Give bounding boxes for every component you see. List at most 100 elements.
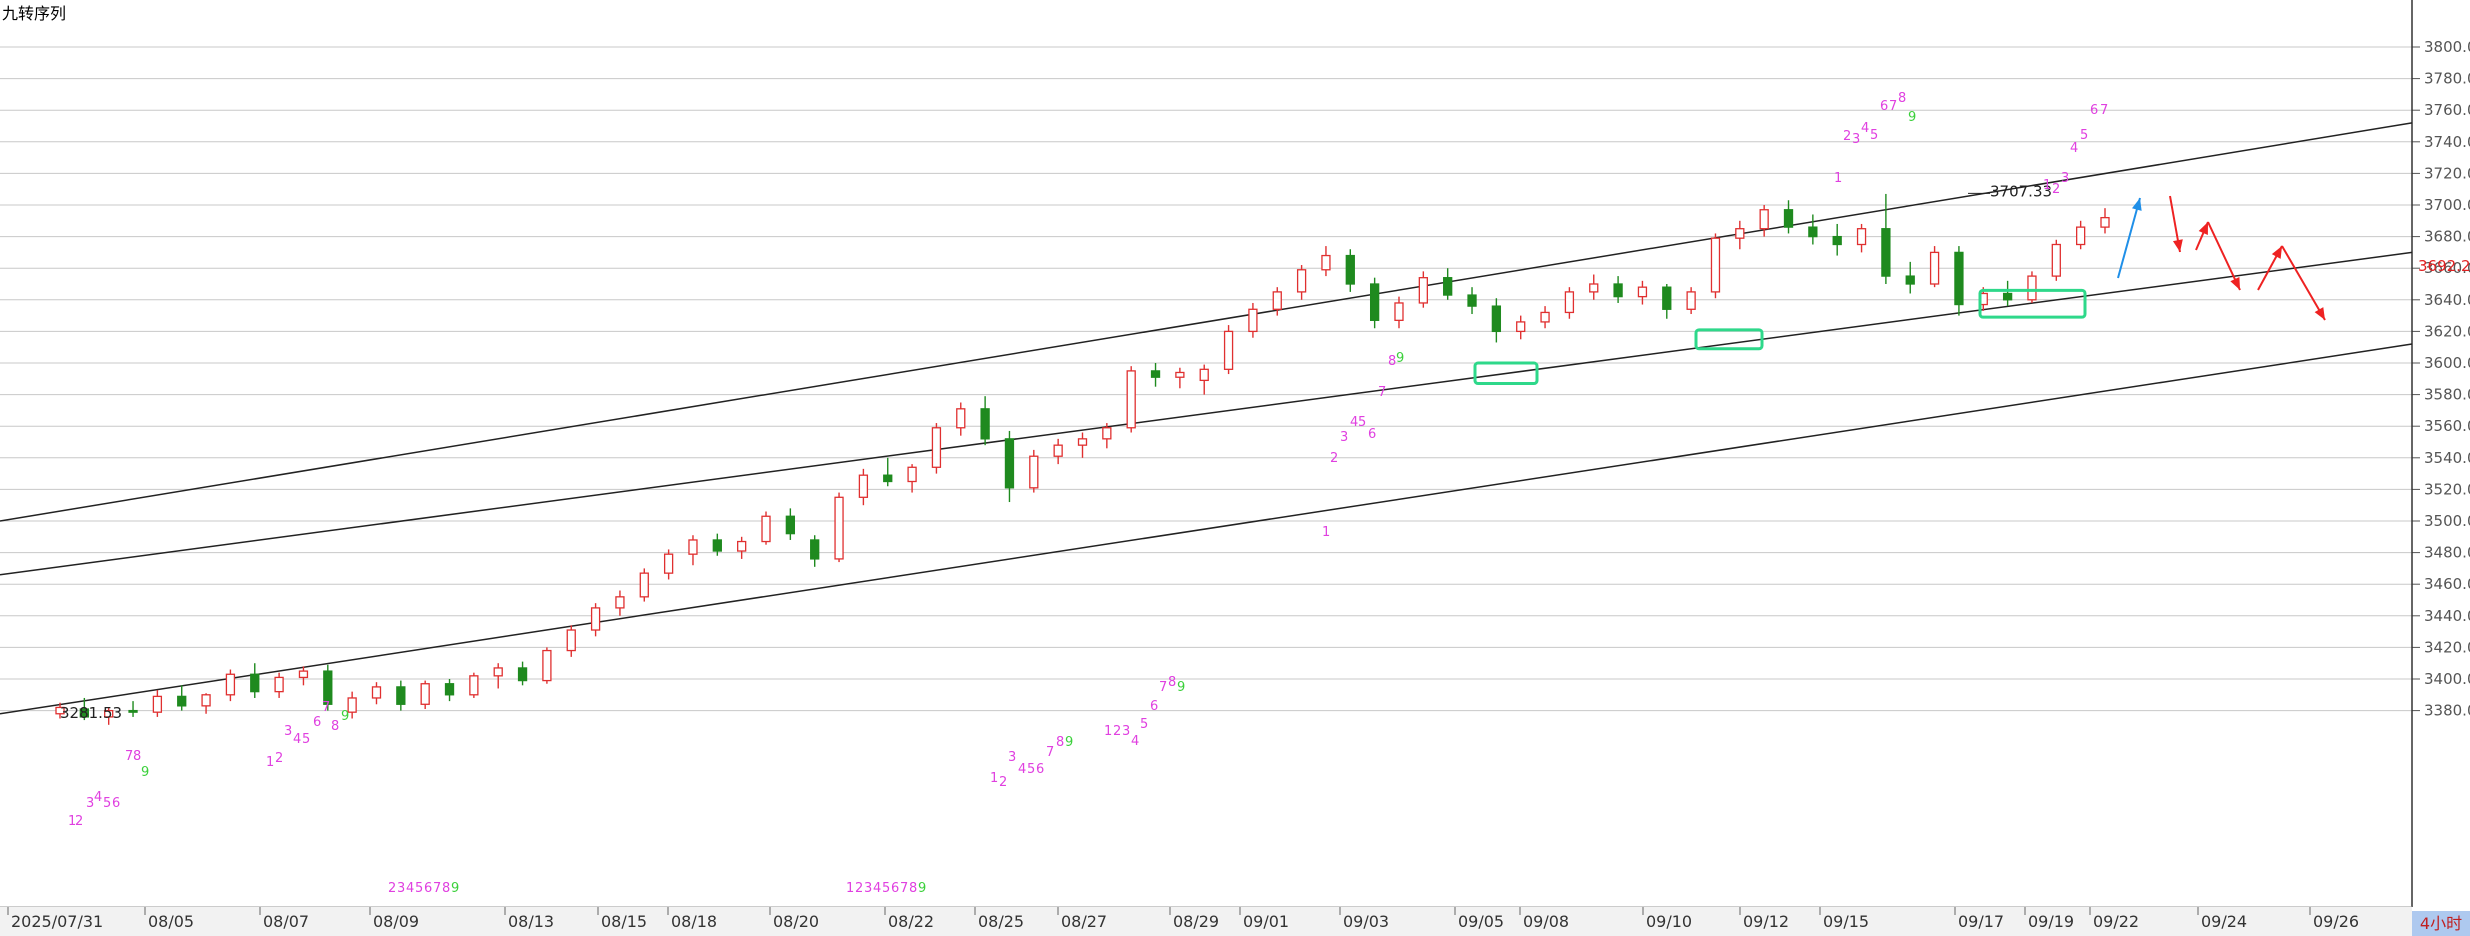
y-tick-label: 3460.00 — [2424, 575, 2470, 593]
candle-down — [785, 515, 796, 535]
sequence-number: 5 — [1140, 717, 1148, 732]
candle-down — [1783, 209, 1794, 228]
projection-arrow-up-small-head — [2198, 222, 2208, 235]
sequence-number: 7 — [1378, 385, 1386, 400]
sequence-number: 4 — [1018, 762, 1026, 777]
sequence-number: 7 — [900, 881, 908, 896]
candle-down — [1150, 370, 1161, 378]
candle-down — [1613, 283, 1623, 298]
y-tick-label: 3740.00 — [2424, 133, 2470, 151]
y-tick-label: 3700.00 — [2424, 196, 2470, 214]
candle-up — [469, 675, 479, 696]
candle-down — [1491, 305, 1502, 333]
candle-up — [907, 466, 917, 483]
candle-down — [1832, 235, 1842, 246]
projection-arrow-down-head — [2314, 307, 2325, 320]
sequence-number: 4 — [1861, 121, 1869, 136]
candle-up — [1102, 427, 1112, 440]
candle-up — [737, 540, 747, 552]
sequence-number: 3 — [1122, 724, 1130, 739]
sequence-number: 5 — [2080, 128, 2088, 143]
sequence-number: 2 — [1843, 129, 1851, 144]
x-tick-label: 09/10 — [1646, 912, 1692, 931]
sequence-number: 7 — [2100, 103, 2108, 118]
sequence-number: 2 — [1113, 724, 1121, 739]
candle-up — [1759, 209, 1769, 230]
x-tick-label: 09/26 — [2313, 912, 2359, 931]
sequence-number: 8 — [1168, 675, 1176, 690]
sequence-number: 9 — [341, 709, 349, 724]
sequence-number: 2 — [999, 775, 1007, 790]
sequence-number: 7 — [433, 881, 441, 896]
sequence-number: 6 — [1368, 427, 1376, 442]
sequence-number: 3 — [864, 881, 872, 896]
candle-down — [1905, 275, 1915, 285]
sequence-number: 6 — [112, 796, 120, 811]
y-tick-label: 3800.00 — [2424, 38, 2470, 56]
sequence-number: 9 — [451, 881, 459, 896]
candle-down — [1369, 283, 1380, 321]
channel-line — [0, 251, 2413, 576]
candle-up — [1856, 228, 1867, 246]
candle-up — [2076, 226, 2086, 246]
candle-up — [1564, 291, 1575, 314]
candle-down — [1808, 226, 1818, 238]
candle-down — [1881, 228, 1891, 277]
x-tick-label: 08/20 — [773, 912, 819, 931]
channel-line — [0, 343, 2413, 715]
candle-up — [298, 670, 309, 679]
candle-down — [128, 709, 138, 713]
sequence-number: 1 — [1322, 525, 1330, 540]
x-tick-label: 09/03 — [1343, 912, 1389, 931]
candle-up — [639, 572, 649, 598]
sequence-number: 3 — [1008, 750, 1016, 765]
y-tick-label: 3420.00 — [2424, 638, 2470, 656]
candle-down — [1004, 438, 1015, 489]
candle-up — [1418, 277, 1428, 304]
x-tick-label: 2025/07/31 — [11, 912, 103, 931]
y-tick-label: 3500.00 — [2424, 512, 2470, 530]
candle-up — [1272, 291, 1282, 310]
sequence-number: 7 — [1159, 680, 1167, 695]
y-tick-label: 3400.00 — [2424, 670, 2470, 688]
x-tick-label: 08/09 — [373, 912, 419, 931]
sequence-number: 3 — [284, 724, 292, 739]
candle-up — [1540, 311, 1550, 323]
sequence-number: 4 — [2070, 141, 2078, 156]
current-price-label: 3692.25 — [2418, 257, 2470, 275]
candle-up — [663, 553, 674, 574]
candle-up — [1175, 371, 1185, 378]
sequence-number: 9 — [1177, 680, 1185, 695]
sequence-number: 4 — [94, 790, 102, 805]
sequence-number: 9 — [1065, 735, 1073, 750]
sequence-number: 1 — [1834, 171, 1842, 186]
y-tick-label: 3520.00 — [2424, 480, 2470, 498]
sequence-number: 3 — [1340, 430, 1348, 445]
candle-up — [1126, 370, 1136, 429]
candle-up — [688, 539, 698, 555]
sequence-number: 6 — [891, 881, 899, 896]
candle-down — [980, 408, 990, 440]
candle-up — [371, 686, 382, 699]
interval-badge[interactable]: 4小时 — [2412, 911, 2470, 936]
candle-up — [1710, 237, 1721, 293]
sequence-number: 3 — [397, 881, 405, 896]
sequence-number: 1 — [990, 771, 998, 786]
candle-up — [1321, 254, 1331, 271]
chart-plot-area[interactable]: 3380.00 3400.00 3420.00 3440.00 3460.00 3480.… — [0, 0, 2470, 936]
sequence-number: 1 — [846, 881, 854, 896]
candle-up — [1077, 438, 1088, 446]
projection-arrow-up — [2117, 197, 2141, 279]
x-tick-label: 08/15 — [601, 912, 647, 931]
y-tick-label: 3600.00 — [2424, 354, 2470, 372]
y-tick-label: 3760.00 — [2424, 101, 2470, 119]
candle-up — [1296, 269, 1307, 293]
sequence-number: 8 — [1898, 91, 1906, 106]
candle-up — [542, 649, 552, 682]
candle-down — [1443, 277, 1453, 296]
sequence-number: 2 — [388, 881, 396, 896]
sequence-number: 6 — [1036, 762, 1044, 777]
candle-up — [1394, 302, 1404, 321]
candle-up — [615, 596, 625, 609]
candle-down — [1467, 294, 1477, 307]
